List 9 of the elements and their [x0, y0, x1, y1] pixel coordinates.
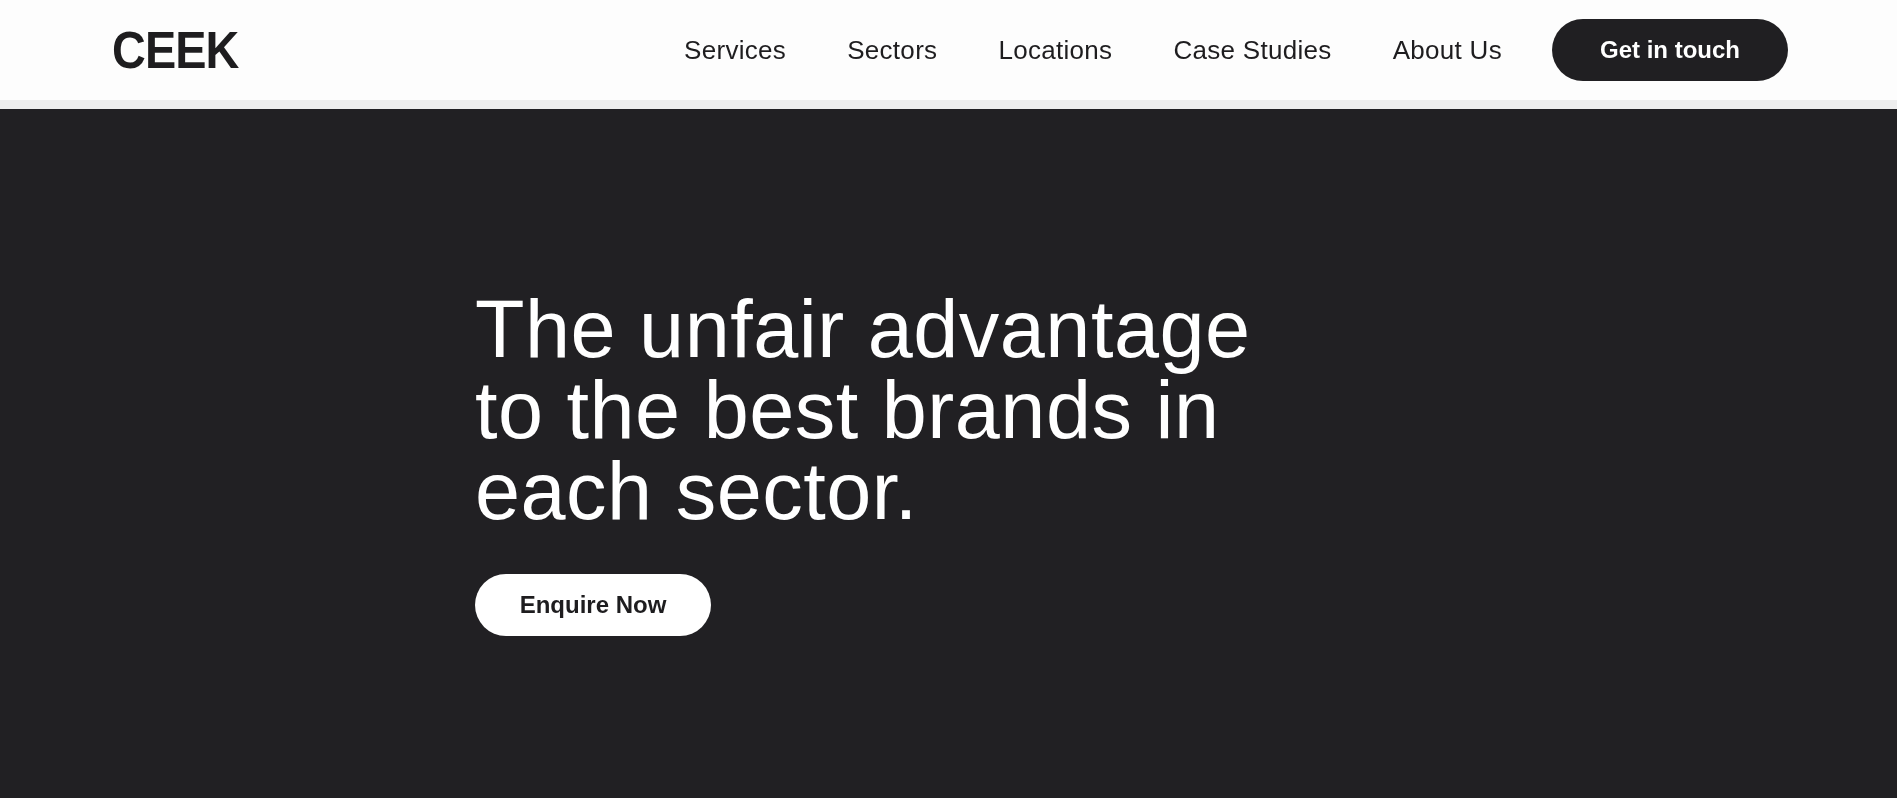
logo[interactable]: CEEK	[112, 20, 239, 80]
nav-link[interactable]: Sectors	[847, 34, 938, 66]
nav-link[interactable]: Locations	[998, 34, 1113, 66]
nav-link[interactable]: Case Studies	[1173, 34, 1332, 66]
nav-link[interactable]: Services	[684, 34, 787, 66]
get-in-touch-button[interactable]: Get in touch	[1552, 19, 1788, 81]
nav-link[interactable]: About Us	[1392, 34, 1502, 66]
hero-headline: The unfair advantage to the best brands in each sector.	[475, 289, 1252, 532]
enquire-button[interactable]: Enquire Now	[475, 574, 711, 636]
